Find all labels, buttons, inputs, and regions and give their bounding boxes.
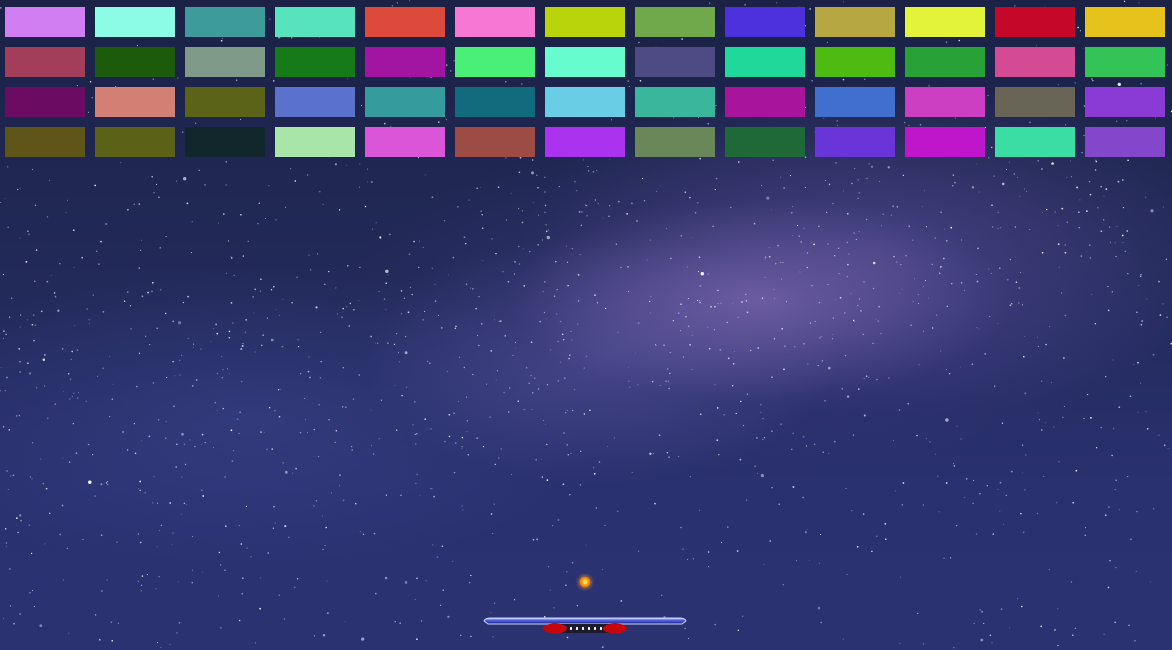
- ball: [579, 576, 591, 588]
- brick: [365, 127, 445, 157]
- brick: [5, 127, 85, 157]
- brick: [365, 47, 445, 77]
- brick: [905, 47, 985, 77]
- brick: [455, 7, 535, 37]
- brick: [95, 47, 175, 77]
- paddle[interactable]: [482, 615, 688, 639]
- brick: [545, 47, 625, 77]
- brick: [95, 87, 175, 117]
- brick: [905, 127, 985, 157]
- paddle-left-cap: [543, 623, 567, 634]
- brick: [185, 87, 265, 117]
- brick: [725, 7, 805, 37]
- brick: [545, 87, 625, 117]
- brick: [815, 127, 895, 157]
- brick: [725, 87, 805, 117]
- brick: [455, 47, 535, 77]
- paddle-bar: [483, 617, 687, 625]
- brick: [5, 87, 85, 117]
- brick: [545, 7, 625, 37]
- brick: [815, 87, 895, 117]
- brick: [635, 47, 715, 77]
- brick: [185, 127, 265, 157]
- game-canvas[interactable]: [0, 0, 1172, 650]
- brick: [455, 127, 535, 157]
- brick: [1085, 47, 1165, 77]
- brick: [905, 87, 985, 117]
- brick: [5, 7, 85, 37]
- brick: [635, 7, 715, 37]
- brick: [95, 127, 175, 157]
- brick: [635, 87, 715, 117]
- brick: [1085, 127, 1165, 157]
- brick: [365, 7, 445, 37]
- brick: [725, 47, 805, 77]
- brick: [1085, 87, 1165, 117]
- brick: [1085, 7, 1165, 37]
- brick: [815, 7, 895, 37]
- brick: [995, 127, 1075, 157]
- brick: [5, 47, 85, 77]
- brick: [635, 127, 715, 157]
- brick: [545, 127, 625, 157]
- brick: [995, 7, 1075, 37]
- brick: [275, 127, 355, 157]
- brick: [365, 87, 445, 117]
- brick: [725, 127, 805, 157]
- brick: [275, 87, 355, 117]
- brick: [275, 7, 355, 37]
- brick: [275, 47, 355, 77]
- brick: [815, 47, 895, 77]
- brick: [995, 47, 1075, 77]
- paddle-right-cap: [603, 623, 627, 634]
- brick: [995, 87, 1075, 117]
- brick: [455, 87, 535, 117]
- brick: [95, 7, 175, 37]
- brick: [185, 7, 265, 37]
- brick: [185, 47, 265, 77]
- brick: [905, 7, 985, 37]
